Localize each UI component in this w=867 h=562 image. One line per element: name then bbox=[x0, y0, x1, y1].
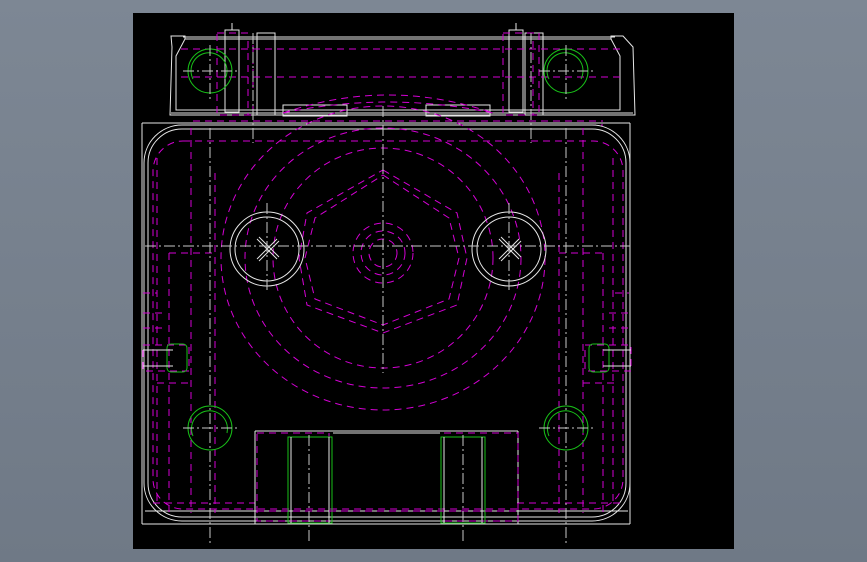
threaded-hole-top-right bbox=[539, 45, 593, 99]
main-body-hidden-lines bbox=[143, 105, 629, 513]
threaded-hole-top-left bbox=[183, 45, 237, 99]
side-screw-left bbox=[142, 343, 190, 373]
bottom-slot bbox=[254, 430, 519, 524]
drawing-canvas[interactable] bbox=[133, 13, 734, 549]
side-screw-right bbox=[584, 343, 632, 373]
top-clamp-hidden-lines bbox=[181, 32, 623, 126]
part-drawing bbox=[141, 23, 636, 543]
cad-viewer bbox=[0, 0, 867, 562]
